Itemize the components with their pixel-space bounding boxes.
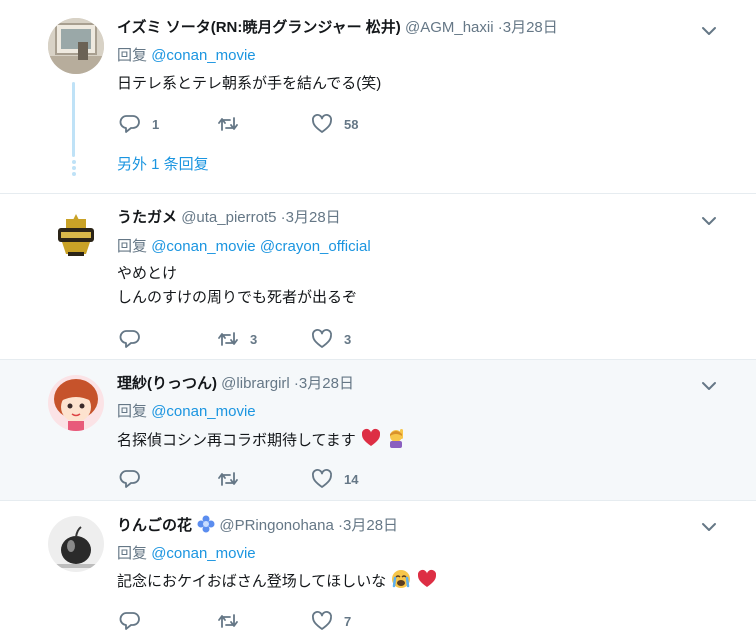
tweet-header: りんごの花 @PRingonohana ·3月28日 <box>117 515 398 536</box>
reply-count: 1 <box>152 116 160 132</box>
avatar-image <box>48 18 104 74</box>
replying-to: 回复 @conan_movie @crayon_official <box>117 237 371 257</box>
replying-to: 回复 @conan_movie <box>117 402 256 422</box>
reply-action[interactable] <box>119 468 152 490</box>
like-action[interactable]: 14 <box>311 468 358 490</box>
reply-icon <box>119 612 140 630</box>
tweet-3[interactable]: 理紗(りっつん) @librargirl ·3月28日 回复 @conan_mo… <box>0 360 756 500</box>
heart-emoji <box>361 428 381 446</box>
user-handle[interactable]: @PRingonohana <box>219 517 333 534</box>
timestamp[interactable]: ·3月28日 <box>294 375 354 392</box>
tweet-1[interactable]: イズミ ソータ(RN:暁月グランジャー 松井) @AGM_haxii ·3月28… <box>0 0 756 193</box>
tweet-text: 名探偵コシン再コラボ期待してます <box>117 428 406 453</box>
replying-to: 回复 @conan_movie <box>117 544 256 564</box>
tweet-text: やめとけ しんのすけの周りでも死者が出るぞ <box>117 262 357 310</box>
tweet-text-line: やめとけ <box>117 265 178 282</box>
retweet-icon <box>218 332 238 346</box>
reply-prefix: 回复 <box>117 545 148 562</box>
mention-link[interactable]: @conan_movie <box>151 403 255 420</box>
like-icon <box>312 114 332 133</box>
mention-link[interactable]: @conan_movie <box>151 47 255 64</box>
flower-emoji <box>197 515 215 533</box>
reply-icon <box>119 330 140 348</box>
replying-to: 回复 @conan_movie <box>117 46 256 66</box>
avatar-image <box>48 208 104 264</box>
timestamp[interactable]: ·3月28日 <box>281 209 341 226</box>
display-name[interactable]: りんごの花 <box>117 517 192 534</box>
retweet-count: 3 <box>250 331 258 347</box>
show-more-replies-link[interactable]: 另外 1 条回复 <box>117 155 209 175</box>
person-raising-hand-emoji <box>390 429 404 448</box>
thread-line <box>72 82 75 157</box>
like-icon <box>312 611 332 630</box>
tweet-text-line: しんのすけの周りでも死者が出るぞ <box>117 289 358 306</box>
retweet-action[interactable] <box>217 610 250 632</box>
like-icon <box>312 469 332 488</box>
reply-icon <box>119 115 140 133</box>
crying-face-emoji <box>392 570 411 588</box>
tweet-header: 理紗(りっつん) @librargirl ·3月28日 <box>117 374 354 394</box>
avatar-image <box>48 516 104 572</box>
like-count: 14 <box>344 471 359 487</box>
avatar[interactable] <box>48 18 104 74</box>
like-action[interactable]: 7 <box>311 610 351 632</box>
avatar[interactable] <box>48 208 104 264</box>
retweet-icon <box>218 117 238 131</box>
display-name[interactable]: 理紗(りっつん) <box>117 375 217 392</box>
tweet-text-line: 日テレ系とテレ朝系が手を結んでる(笑) <box>117 75 382 92</box>
tweet-text-line: 記念におケイおばさん登场してほしいな <box>117 573 387 590</box>
tweet-4[interactable]: りんごの花 @PRingonohana ·3月28日 回复 @conan_mov… <box>0 501 756 643</box>
tweet-text: 記念におケイおばさん登场してほしいな <box>117 569 437 594</box>
reply-prefix: 回复 <box>117 47 148 64</box>
thread-dots <box>72 160 76 176</box>
retweet-icon <box>218 614 238 628</box>
like-count: 3 <box>344 331 352 347</box>
like-count: 58 <box>344 116 359 132</box>
reply-prefix: 回复 <box>117 238 148 255</box>
display-name[interactable]: うたガメ <box>117 209 177 226</box>
user-handle[interactable]: @AGM_haxii <box>405 19 494 36</box>
retweet-icon <box>218 472 238 486</box>
tweet-text: 日テレ系とテレ朝系が手を結んでる(笑) <box>117 72 381 96</box>
like-icon <box>312 329 332 348</box>
retweet-action[interactable] <box>217 113 250 135</box>
like-action[interactable]: 3 <box>311 328 351 350</box>
chevron-down-icon[interactable] <box>700 212 718 230</box>
chevron-down-icon[interactable] <box>700 518 718 536</box>
reply-prefix: 回复 <box>117 403 148 420</box>
mention-link[interactable]: @conan_movie <box>151 545 255 562</box>
display-name[interactable]: イズミ ソータ(RN:暁月グランジャー 松井) <box>117 19 401 36</box>
avatar-image <box>48 375 104 431</box>
retweet-action[interactable]: 3 <box>217 328 257 350</box>
tweet-text-line: 名探偵コシン再コラボ期待してます <box>117 432 356 449</box>
tweet-2[interactable]: うたガメ @uta_pierrot5 ·3月28日 回复 @conan_movi… <box>0 194 756 359</box>
reply-action[interactable]: 1 <box>119 113 159 135</box>
chevron-down-icon[interactable] <box>700 22 718 40</box>
mention-link[interactable]: @crayon_official <box>260 238 371 255</box>
like-action[interactable]: 58 <box>311 113 358 135</box>
avatar[interactable] <box>48 516 104 572</box>
timestamp[interactable]: ·3月28日 <box>338 517 398 534</box>
retweet-action[interactable] <box>217 468 250 490</box>
reply-action[interactable] <box>119 328 152 350</box>
user-handle[interactable]: @uta_pierrot5 <box>181 209 276 226</box>
user-handle[interactable]: @librargirl <box>221 375 290 392</box>
heart-emoji <box>417 569 436 587</box>
tweet-header: イズミ ソータ(RN:暁月グランジャー 松井) @AGM_haxii ·3月28… <box>117 18 558 38</box>
reply-action[interactable] <box>119 610 152 632</box>
avatar[interactable] <box>48 375 104 431</box>
timestamp[interactable]: ·3月28日 <box>498 19 558 36</box>
tweet-header: うたガメ @uta_pierrot5 ·3月28日 <box>117 208 341 228</box>
mention-link[interactable]: @conan_movie <box>151 238 255 255</box>
reply-icon <box>119 470 140 488</box>
chevron-down-icon[interactable] <box>700 377 718 395</box>
like-count: 7 <box>344 613 352 629</box>
